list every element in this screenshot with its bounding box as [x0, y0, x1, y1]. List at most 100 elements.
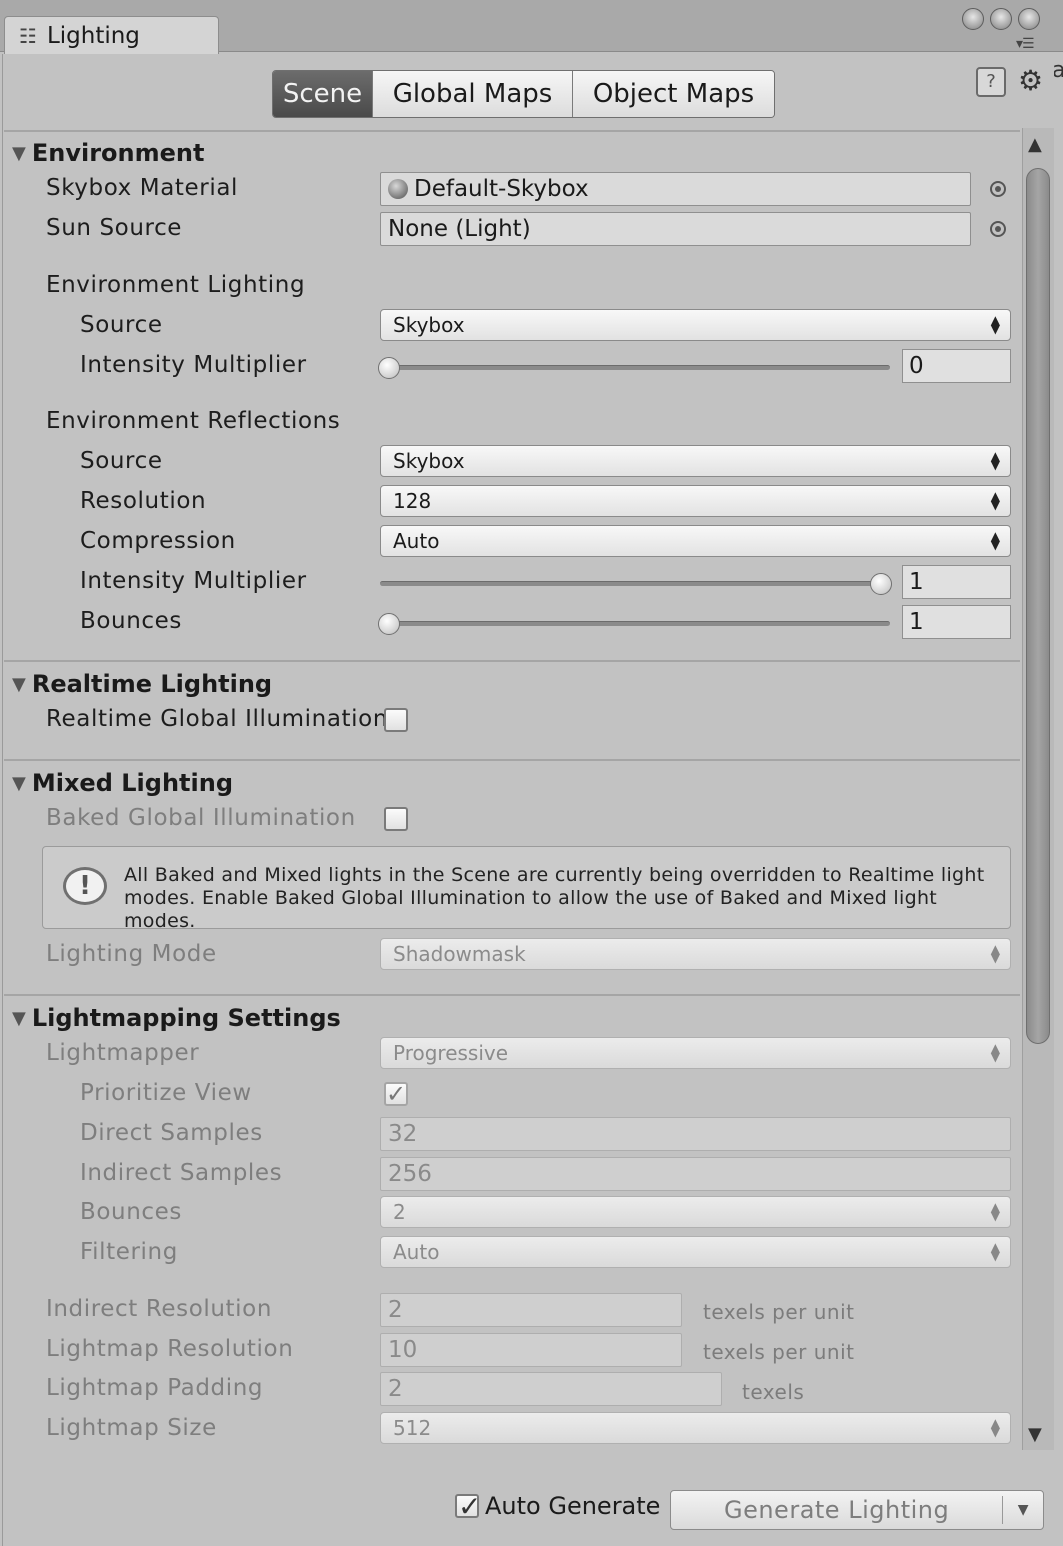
indirect-samples-label: Indirect Samples: [80, 1160, 283, 1186]
lightmap-resolution-unit: texels per unit: [703, 1340, 855, 1364]
checkmark-icon: ✓: [458, 1490, 482, 1523]
triangle-down-icon: ▼: [12, 142, 26, 164]
environment-lighting-label: Environment Lighting: [46, 272, 306, 298]
section-lightmapping-settings[interactable]: ▼ Lightmapping Settings: [12, 1004, 341, 1032]
env-reflections-resolution-dropdown[interactable]: 128 ▲ ▼: [380, 485, 1011, 517]
env-reflections-intensity-input[interactable]: 1: [902, 565, 1011, 599]
lightmap-size-dropdown[interactable]: 512 ▲ ▼: [380, 1412, 1011, 1444]
warning-icon: !: [63, 867, 107, 905]
generate-lighting-label: Generate Lighting: [671, 1496, 1004, 1524]
env-reflections-source-dropdown[interactable]: Skybox ▲ ▼: [380, 445, 1011, 477]
env-lighting-intensity-input[interactable]: 0: [902, 349, 1011, 383]
env-reflections-bounces-slider[interactable]: [380, 621, 890, 626]
updown-arrows-icon: ▲ ▼: [990, 1416, 1000, 1439]
env-reflections-bounces-input[interactable]: 1: [902, 605, 1011, 639]
lightmapper-label: Lightmapper: [46, 1040, 200, 1066]
scroll-up-arrow-icon[interactable]: ▲: [1028, 134, 1042, 155]
baked-gi-label: Baked Global Illumination: [46, 805, 356, 831]
lightmapper-dropdown[interactable]: Progressive ▲ ▼: [380, 1037, 1011, 1069]
section-mixed-lighting[interactable]: ▼ Mixed Lighting: [12, 769, 233, 797]
auto-generate-toggle[interactable]: ✓ Auto Generate: [455, 1490, 661, 1523]
prioritize-view-checkbox[interactable]: ✓: [384, 1082, 408, 1106]
window-button-icon[interactable]: [1018, 8, 1040, 30]
lightmap-resolution-input[interactable]: 10: [380, 1333, 682, 1367]
direct-samples-input[interactable]: 32: [380, 1117, 1011, 1151]
tab-object-maps[interactable]: Object Maps: [573, 71, 774, 117]
material-icon: [388, 179, 408, 199]
lightmap-padding-label: Lightmap Padding: [46, 1375, 264, 1401]
lightmap-resolution-label: Lightmap Resolution: [46, 1336, 294, 1362]
indirect-resolution-unit: texels per unit: [703, 1300, 855, 1324]
realtime-gi-checkbox[interactable]: [384, 708, 408, 732]
lightmapping-bounces-dropdown[interactable]: 2 ▲ ▼: [380, 1196, 1011, 1228]
env-lighting-intensity-slider[interactable]: [380, 365, 890, 370]
env-reflections-compression-label: Compression: [80, 528, 236, 554]
env-reflections-intensity-slider[interactable]: [380, 581, 890, 586]
generate-lighting-button[interactable]: Generate Lighting ▼: [670, 1490, 1044, 1530]
env-reflections-compression-dropdown[interactable]: Auto ▲ ▼: [380, 525, 1011, 557]
env-reflections-resolution-label: Resolution: [80, 488, 207, 514]
tab-bar: Scene Global Maps Object Maps: [272, 70, 775, 118]
updown-arrows-icon: ▲ ▼: [990, 1041, 1000, 1064]
triangle-down-icon: ▼: [12, 673, 26, 695]
updown-arrows-icon: ▲ ▼: [990, 313, 1000, 336]
updown-arrows-icon: ▲ ▼: [990, 942, 1000, 965]
tab-scene[interactable]: Scene: [273, 71, 373, 117]
slider-thumb[interactable]: [378, 357, 400, 379]
help-box: ! All Baked and Mixed lights in the Scen…: [42, 846, 1011, 932]
window-button-icon[interactable]: [962, 8, 984, 30]
prioritize-view-label: Prioritize View: [80, 1080, 252, 1106]
filtering-dropdown[interactable]: Auto ▲ ▼: [380, 1236, 1011, 1268]
help-icon[interactable]: ?: [976, 67, 1006, 97]
indirect-resolution-input[interactable]: 2: [380, 1293, 682, 1327]
triangle-down-icon: ▼: [12, 1007, 26, 1029]
object-picker-icon[interactable]: [990, 181, 1006, 197]
env-lighting-source-dropdown[interactable]: Skybox ▲ ▼: [380, 309, 1011, 341]
slider-thumb[interactable]: [378, 613, 400, 635]
skybox-material-field[interactable]: Default-Skybox: [380, 172, 971, 206]
env-reflections-source-label: Source: [80, 448, 163, 474]
section-environment[interactable]: ▼ Environment: [12, 139, 204, 167]
updown-arrows-icon: ▲ ▼: [990, 1200, 1000, 1223]
indirect-resolution-label: Indirect Resolution: [46, 1296, 273, 1322]
lightmap-padding-input[interactable]: 2: [380, 1372, 722, 1406]
context-menu-icon[interactable]: ▾☰: [1016, 36, 1035, 52]
direct-samples-label: Direct Samples: [80, 1120, 263, 1146]
divider: [4, 994, 1020, 996]
baked-gi-checkbox[interactable]: [384, 807, 408, 831]
scroll-down-arrow-icon[interactable]: ▼: [1028, 1424, 1042, 1445]
indirect-samples-input[interactable]: 256: [380, 1157, 1011, 1191]
auto-generate-label: Auto Generate: [485, 1492, 661, 1520]
scrollbar-thumb[interactable]: [1026, 168, 1050, 1044]
skybox-material-label: Skybox Material: [46, 175, 239, 201]
sun-source-label: Sun Source: [46, 215, 183, 241]
gear-icon[interactable]: ⚙: [1018, 64, 1043, 97]
realtime-gi-label: Realtime Global Illumination: [46, 706, 389, 732]
env-reflections-bounces-label: Bounces: [80, 608, 182, 634]
env-reflections-intensity-label: Intensity Multiplier: [80, 568, 307, 594]
updown-arrows-icon: ▲ ▼: [990, 449, 1000, 472]
divider: [4, 660, 1020, 662]
lightmap-size-label: Lightmap Size: [46, 1415, 217, 1441]
updown-arrows-icon: ▲ ▼: [990, 1240, 1000, 1263]
divider: [4, 130, 1020, 132]
window-button-icon[interactable]: [990, 8, 1012, 30]
lighting-mode-label: Lighting Mode: [46, 941, 217, 967]
triangle-down-icon: ▼: [12, 772, 26, 794]
sun-source-field[interactable]: None (Light): [380, 212, 971, 246]
checkmark-icon: ✓: [386, 1080, 407, 1108]
slider-thumb[interactable]: [870, 573, 892, 595]
tab-global-maps[interactable]: Global Maps: [373, 71, 573, 117]
updown-arrows-icon: ▲ ▼: [990, 489, 1000, 512]
section-realtime-lighting[interactable]: ▼ Realtime Lighting: [12, 670, 272, 698]
dropdown-arrow-icon[interactable]: ▼: [1003, 1502, 1043, 1518]
lightmap-padding-unit: texels: [742, 1380, 805, 1404]
lighting-mode-dropdown[interactable]: Shadowmask ▲ ▼: [380, 938, 1011, 970]
object-picker-icon[interactable]: [990, 221, 1006, 237]
sliders-icon: ☷: [19, 23, 37, 48]
divider: [4, 759, 1020, 761]
window-tab-lighting[interactable]: ☷ Lighting: [4, 16, 219, 54]
lightmapping-bounces-label: Bounces: [80, 1199, 182, 1225]
auto-generate-checkbox[interactable]: ✓: [455, 1490, 481, 1523]
window-tab-title: Lighting: [46, 22, 140, 49]
